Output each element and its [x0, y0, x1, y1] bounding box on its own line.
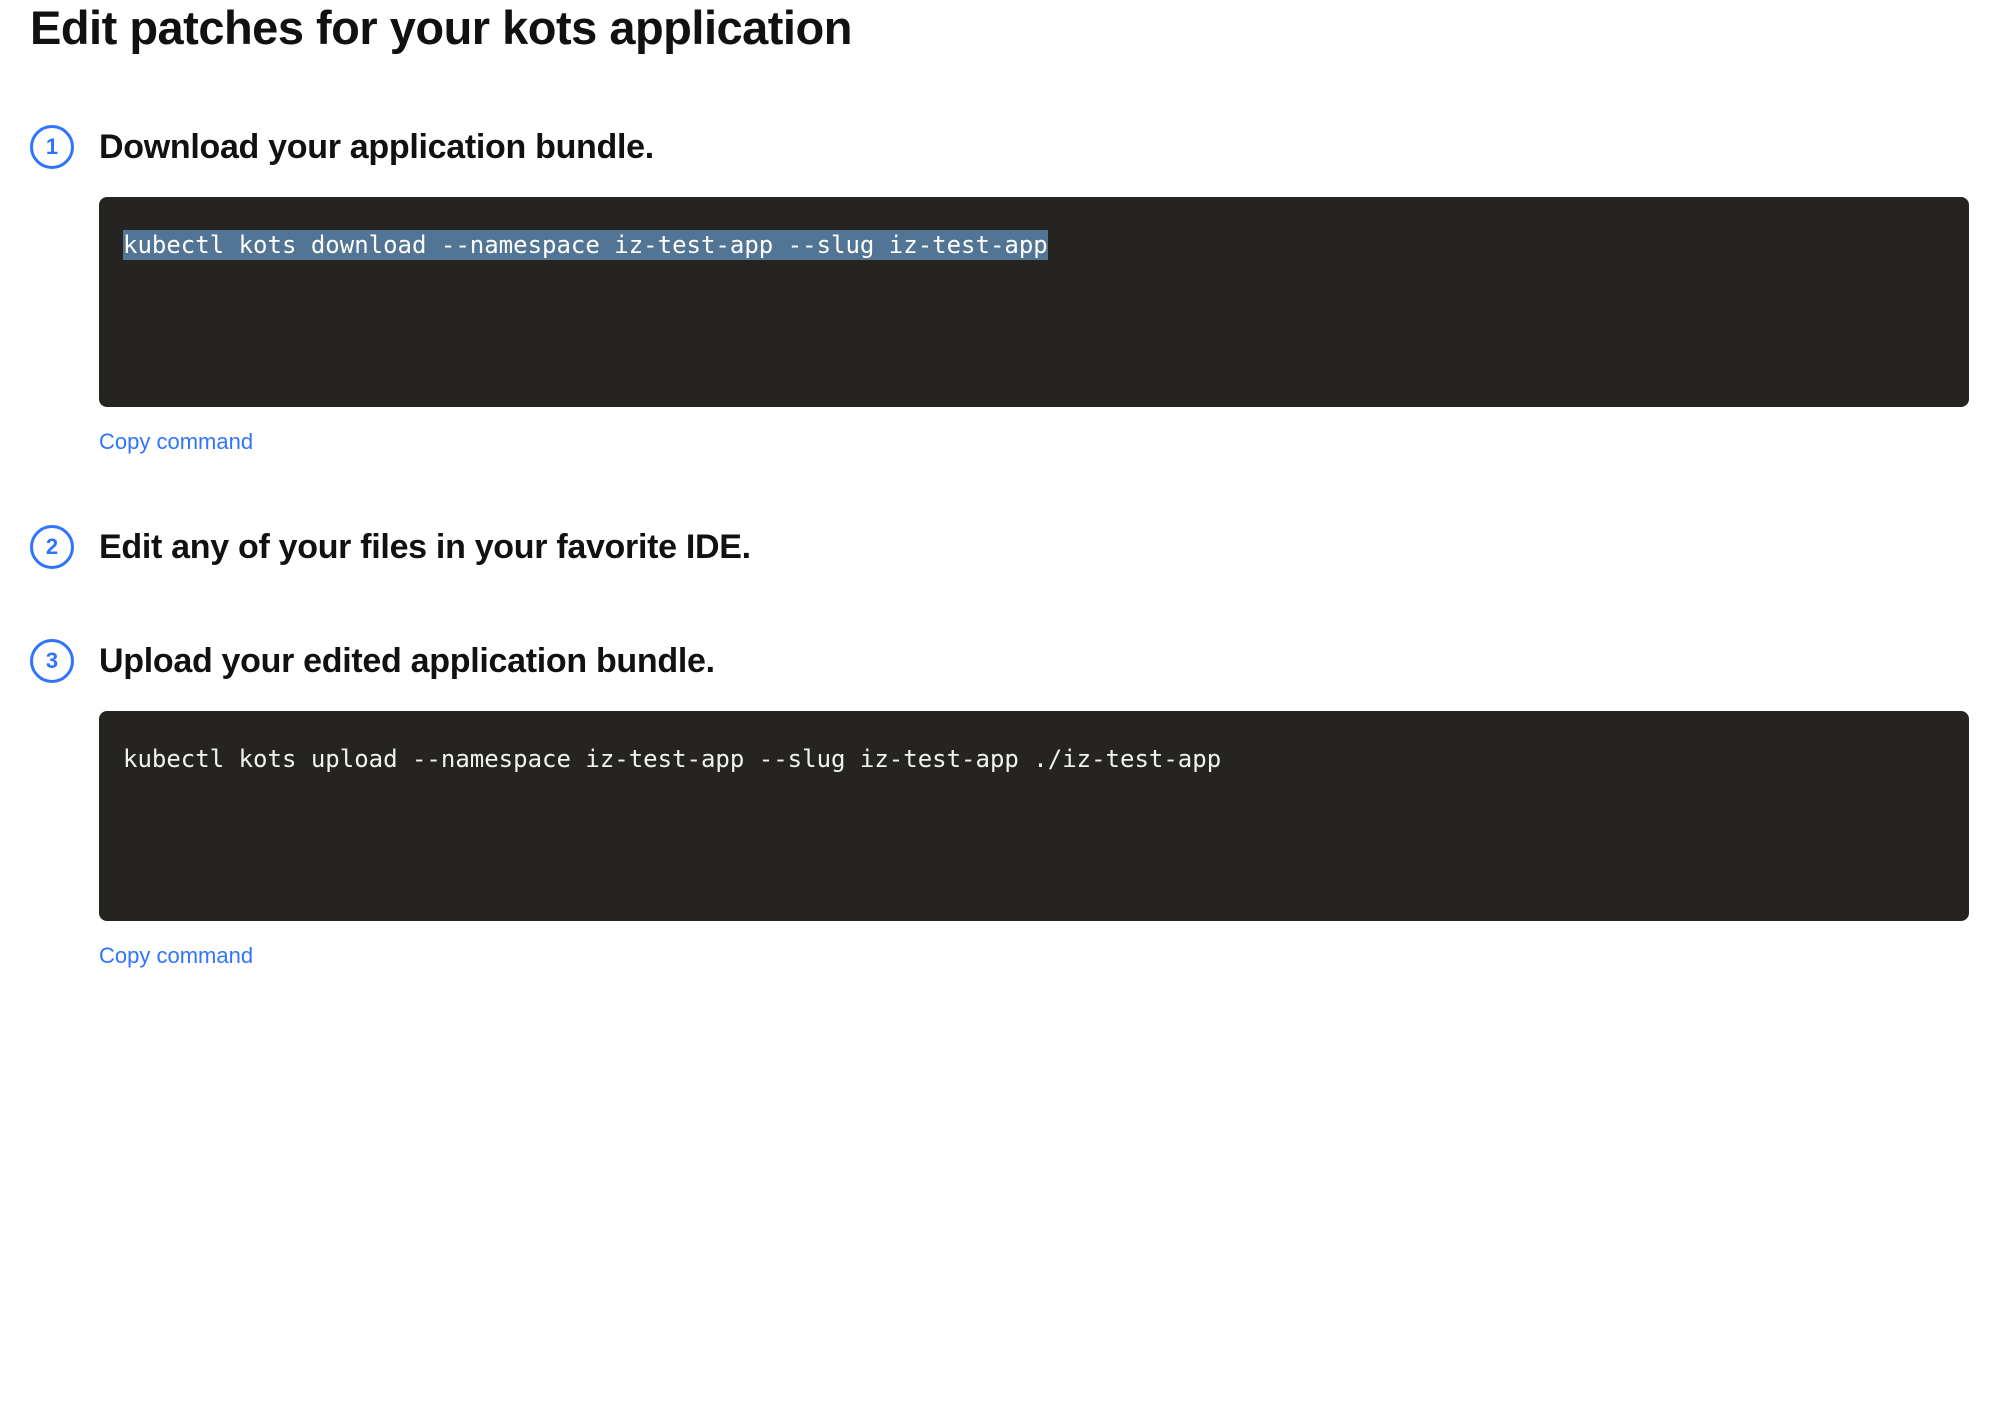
upload-command-text: kubectl kots upload --namespace iz-test-…: [123, 745, 1221, 773]
step-3: 3 Upload your edited application bundle.…: [30, 639, 1969, 969]
step-body: kubectl kots upload --namespace iz-test-…: [99, 711, 1969, 969]
step-header: 3 Upload your edited application bundle.: [30, 639, 1969, 683]
upload-command-block[interactable]: kubectl kots upload --namespace iz-test-…: [99, 711, 1969, 921]
step-title: Download your application bundle.: [99, 128, 654, 167]
step-number-badge: 1: [30, 125, 74, 169]
step-number-badge: 3: [30, 639, 74, 683]
step-title: Upload your edited application bundle.: [99, 642, 715, 681]
copy-download-command-link[interactable]: Copy command: [99, 429, 253, 455]
step-header: 2 Edit any of your files in your favorit…: [30, 525, 1969, 569]
page-title: Edit patches for your kots application: [30, 0, 1969, 55]
step-header: 1 Download your application bundle.: [30, 125, 1969, 169]
copy-upload-command-link[interactable]: Copy command: [99, 943, 253, 969]
step-number-badge: 2: [30, 525, 74, 569]
download-command-block[interactable]: kubectl kots download --namespace iz-tes…: [99, 197, 1969, 407]
step-1: 1 Download your application bundle. kube…: [30, 125, 1969, 455]
step-body: kubectl kots download --namespace iz-tes…: [99, 197, 1969, 455]
download-command-text: kubectl kots download --namespace iz-tes…: [123, 230, 1048, 260]
step-title: Edit any of your files in your favorite …: [99, 528, 751, 567]
step-2: 2 Edit any of your files in your favorit…: [30, 525, 1969, 569]
